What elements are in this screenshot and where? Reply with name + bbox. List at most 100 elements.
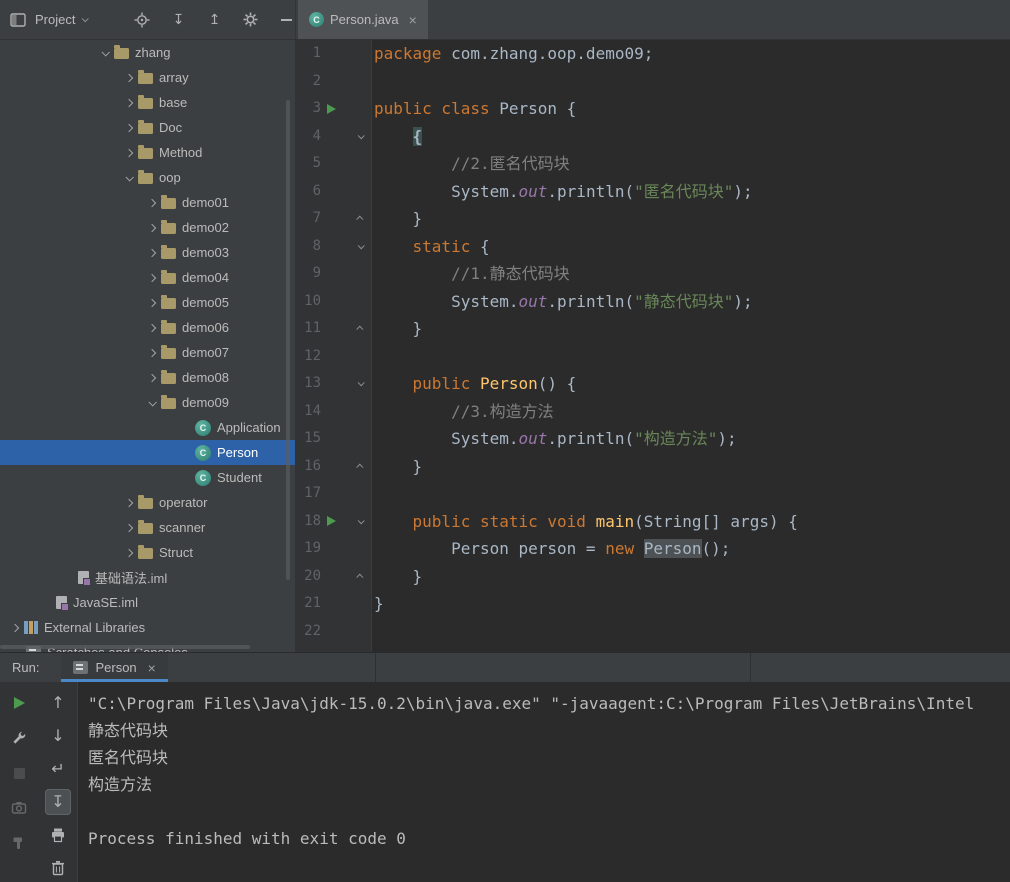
settings-gear-icon[interactable] — [241, 11, 259, 29]
tree-item-base[interactable]: base — [0, 90, 295, 115]
code-text[interactable]: } — [372, 590, 384, 618]
run-tab-person[interactable]: Person × — [61, 653, 169, 682]
chevron-right-icon[interactable] — [143, 298, 161, 307]
tree-item-oop[interactable]: oop — [0, 165, 295, 190]
locate-file-icon[interactable] — [133, 11, 151, 29]
fold-close-icon[interactable] — [356, 215, 364, 223]
tree-item-zhang[interactable]: zhang — [0, 40, 295, 65]
code-text[interactable]: //1.静态代码块 — [372, 260, 570, 288]
code-text[interactable]: System.out.println("匿名代码块"); — [372, 178, 753, 206]
fold-close-icon[interactable] — [356, 325, 364, 333]
tree-item-operator[interactable]: operator — [0, 490, 295, 515]
code-text[interactable] — [372, 343, 374, 371]
up-stack-trace-button[interactable]: ↑ — [45, 690, 71, 716]
tree-item-doc[interactable]: Doc — [0, 115, 295, 140]
print-button[interactable] — [45, 822, 71, 848]
soft-wrap-button[interactable]: ↵ — [45, 756, 71, 782]
fold-close-icon[interactable] — [356, 463, 364, 471]
chevron-right-icon[interactable] — [143, 248, 161, 257]
tree-item-application[interactable]: Application — [0, 415, 295, 440]
chevron-right-icon[interactable] — [143, 348, 161, 357]
stop-button[interactable] — [6, 760, 32, 786]
tree-item-demo01[interactable]: demo01 — [0, 190, 295, 215]
tree-item-scanner[interactable]: scanner — [0, 515, 295, 540]
code-text[interactable] — [372, 618, 374, 646]
rerun-button[interactable] — [6, 690, 32, 716]
code-text[interactable]: System.out.println("静态代码块"); — [372, 288, 753, 316]
chevron-right-icon[interactable] — [120, 498, 138, 507]
close-icon[interactable]: × — [148, 660, 156, 676]
run-line-icon[interactable] — [326, 516, 336, 527]
code-text[interactable]: } — [372, 315, 423, 343]
code-text[interactable]: } — [372, 205, 423, 233]
run-line-icon[interactable] — [326, 103, 336, 114]
code-text[interactable]: public class Person { — [372, 95, 576, 123]
tree-item-demo09[interactable]: demo09 — [0, 390, 295, 415]
chevron-right-icon[interactable] — [6, 623, 24, 632]
tree-item-struct[interactable]: Struct — [0, 540, 295, 565]
fold-open-icon[interactable] — [357, 517, 365, 525]
scroll-to-end-button[interactable]: ↧ — [45, 789, 71, 815]
fold-open-icon[interactable] — [357, 379, 365, 387]
tree-vertical-scrollbar[interactable] — [286, 100, 290, 580]
tree-item-demo08[interactable]: demo08 — [0, 365, 295, 390]
code-text[interactable]: } — [372, 563, 423, 591]
project-view-selector[interactable]: Project — [35, 12, 90, 27]
clear-all-button[interactable] — [45, 855, 71, 881]
code-text[interactable]: static { — [372, 233, 490, 261]
tree-item-student[interactable]: Student — [0, 465, 295, 490]
tree-item-array[interactable]: array — [0, 65, 295, 90]
code-text[interactable] — [372, 480, 374, 508]
code-text[interactable]: public static void main(String[] args) { — [372, 508, 798, 536]
down-stack-trace-button[interactable]: ↓ — [45, 723, 71, 749]
fold-close-icon[interactable] — [356, 573, 364, 581]
code-text[interactable]: //3.构造方法 — [372, 398, 554, 426]
tree-item-external-libraries[interactable]: External Libraries — [0, 615, 295, 640]
close-icon[interactable]: × — [409, 12, 417, 28]
chevron-down-icon[interactable] — [120, 172, 138, 182]
editor-code-area[interactable]: 1 package com.zhang.oop.demo09; 2 3 public c… — [295, 40, 1010, 652]
chevron-right-icon[interactable] — [143, 223, 161, 232]
chevron-right-icon[interactable] — [120, 148, 138, 157]
chevron-right-icon[interactable] — [143, 373, 161, 382]
code-text[interactable]: //2.匿名代码块 — [372, 150, 570, 178]
tree-horizontal-scrollbar[interactable] — [0, 645, 250, 649]
tree-item-demo05[interactable]: demo05 — [0, 290, 295, 315]
dump-threads-button[interactable] — [6, 795, 32, 821]
collapse-all-icon[interactable]: ↧ — [169, 11, 187, 29]
chevron-right-icon[interactable] — [143, 323, 161, 332]
code-editor[interactable]: 1 package com.zhang.oop.demo09; 2 3 public c… — [295, 40, 1010, 652]
project-tool-window-icon[interactable] — [9, 12, 27, 28]
code-text[interactable]: } — [372, 453, 423, 481]
console-output[interactable]: "C:\Program Files\Java\jdk-15.0.2\bin\ja… — [78, 682, 1010, 882]
chevron-right-icon[interactable] — [120, 548, 138, 557]
tree-item-demo04[interactable]: demo04 — [0, 265, 295, 290]
hide-panel-icon[interactable] — [277, 11, 295, 29]
code-text[interactable]: System.out.println("构造方法"); — [372, 425, 737, 453]
tree-item-基础语法-iml[interactable]: 基础语法.iml — [0, 565, 295, 590]
code-text[interactable]: package com.zhang.oop.demo09; — [372, 40, 653, 68]
chevron-right-icon[interactable] — [143, 273, 161, 282]
tree-item-demo03[interactable]: demo03 — [0, 240, 295, 265]
tree-item-demo06[interactable]: demo06 — [0, 315, 295, 340]
fold-open-icon[interactable] — [357, 132, 365, 140]
tree-item-demo07[interactable]: demo07 — [0, 340, 295, 365]
chevron-right-icon[interactable] — [120, 123, 138, 132]
code-text[interactable]: Person person = new Person(); — [372, 535, 730, 563]
chevron-down-icon[interactable] — [143, 397, 161, 407]
code-text[interactable] — [372, 68, 374, 96]
chevron-right-icon[interactable] — [120, 98, 138, 107]
build-button[interactable] — [6, 830, 32, 856]
code-text[interactable]: public Person() { — [372, 370, 577, 398]
edit-settings-button[interactable] — [6, 725, 32, 751]
tree-item-person[interactable]: Person — [0, 440, 295, 465]
editor-tab-person-java[interactable]: Person.java × — [298, 0, 428, 39]
tree-item-demo02[interactable]: demo02 — [0, 215, 295, 240]
code-text[interactable]: { — [372, 123, 423, 151]
chevron-down-icon[interactable] — [96, 47, 114, 57]
chevron-right-icon[interactable] — [120, 523, 138, 532]
expand-all-icon[interactable]: ↥ — [205, 11, 223, 29]
chevron-right-icon[interactable] — [120, 73, 138, 82]
tree-item-method[interactable]: Method — [0, 140, 295, 165]
fold-open-icon[interactable] — [357, 242, 365, 250]
